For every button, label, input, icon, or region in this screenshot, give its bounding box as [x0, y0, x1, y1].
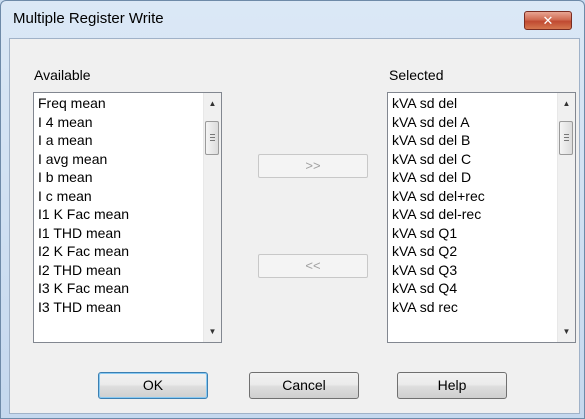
list-item[interactable]: kVA sd Q4 — [392, 279, 552, 298]
dialog-body: Available Selected Freq mean I 4 mean I a … — [9, 38, 580, 414]
list-item[interactable]: kVA sd del D — [392, 168, 552, 187]
dialog-title: Multiple Register Write — [13, 10, 164, 27]
selected-listbox[interactable]: kVA sd del kVA sd del AkVA sd del BkVA sd… — [387, 92, 576, 343]
remove-selected-button[interactable]: << — [258, 254, 368, 278]
scroll-down-arrow-icon[interactable]: ▼ — [558, 323, 575, 340]
close-button[interactable]: ✕ — [524, 11, 572, 30]
selected-label: Selected — [389, 67, 444, 83]
list-item[interactable]: I2 THD mean — [38, 261, 198, 280]
list-item[interactable]: kVA sd del A — [392, 113, 552, 132]
list-item[interactable]: kVA sd Q1 — [392, 224, 552, 243]
scroll-down-arrow-icon[interactable]: ▼ — [204, 323, 221, 340]
list-item[interactable]: kVA sd del C — [392, 150, 552, 169]
available-list: Freq mean I 4 mean I a mean I avg mean I b m… — [38, 94, 198, 316]
list-item[interactable]: I avg mean — [38, 150, 198, 169]
list-item[interactable]: kVA sd Q3 — [392, 261, 552, 280]
list-item[interactable]: Freq mean — [38, 94, 198, 113]
available-scroll-thumb[interactable] — [205, 121, 219, 155]
list-item[interactable]: I3 THD mean — [38, 298, 198, 317]
list-item[interactable]: I1 K Fac mean — [38, 205, 198, 224]
list-item[interactable]: I c mean — [38, 187, 198, 206]
cancel-button[interactable]: Cancel — [249, 372, 359, 399]
selected-scroll-thumb[interactable] — [559, 121, 573, 155]
list-item[interactable]: kVA sd del+rec — [392, 187, 552, 206]
list-item[interactable]: I a mean — [38, 131, 198, 150]
selected-scrollbar[interactable]: ▲ ▼ — [557, 93, 575, 342]
ok-button[interactable]: OK — [98, 372, 208, 399]
available-listbox[interactable]: Freq mean I 4 mean I a mean I avg mean I b m… — [33, 92, 222, 343]
list-item[interactable]: kVA sd rec — [392, 298, 552, 317]
title-bar[interactable]: Multiple Register Write ✕ — [1, 1, 584, 37]
list-item[interactable]: I1 THD mean — [38, 224, 198, 243]
list-item[interactable]: kVA sd del B — [392, 131, 552, 150]
available-label: Available — [34, 67, 91, 83]
help-button[interactable]: Help — [397, 372, 507, 399]
close-icon: ✕ — [542, 13, 554, 28]
scroll-up-arrow-icon[interactable]: ▲ — [558, 95, 575, 112]
add-selected-button[interactable]: >> — [258, 154, 368, 178]
available-scrollbar[interactable]: ▲ ▼ — [203, 93, 221, 342]
selected-list: kVA sd del kVA sd del AkVA sd del BkVA sd… — [392, 94, 552, 316]
dialog-window: Multiple Register Write ✕ Available Sele… — [0, 0, 585, 419]
list-item[interactable]: I3 K Fac mean — [38, 279, 198, 298]
scroll-up-arrow-icon[interactable]: ▲ — [204, 95, 221, 112]
list-item[interactable]: kVA sd Q2 — [392, 242, 552, 261]
list-item[interactable]: kVA sd del — [392, 94, 552, 113]
list-item[interactable]: I b mean — [38, 168, 198, 187]
list-item[interactable]: I 4 mean — [38, 113, 198, 132]
list-item[interactable]: I2 K Fac mean — [38, 242, 198, 261]
list-item[interactable]: kVA sd del-rec — [392, 205, 552, 224]
